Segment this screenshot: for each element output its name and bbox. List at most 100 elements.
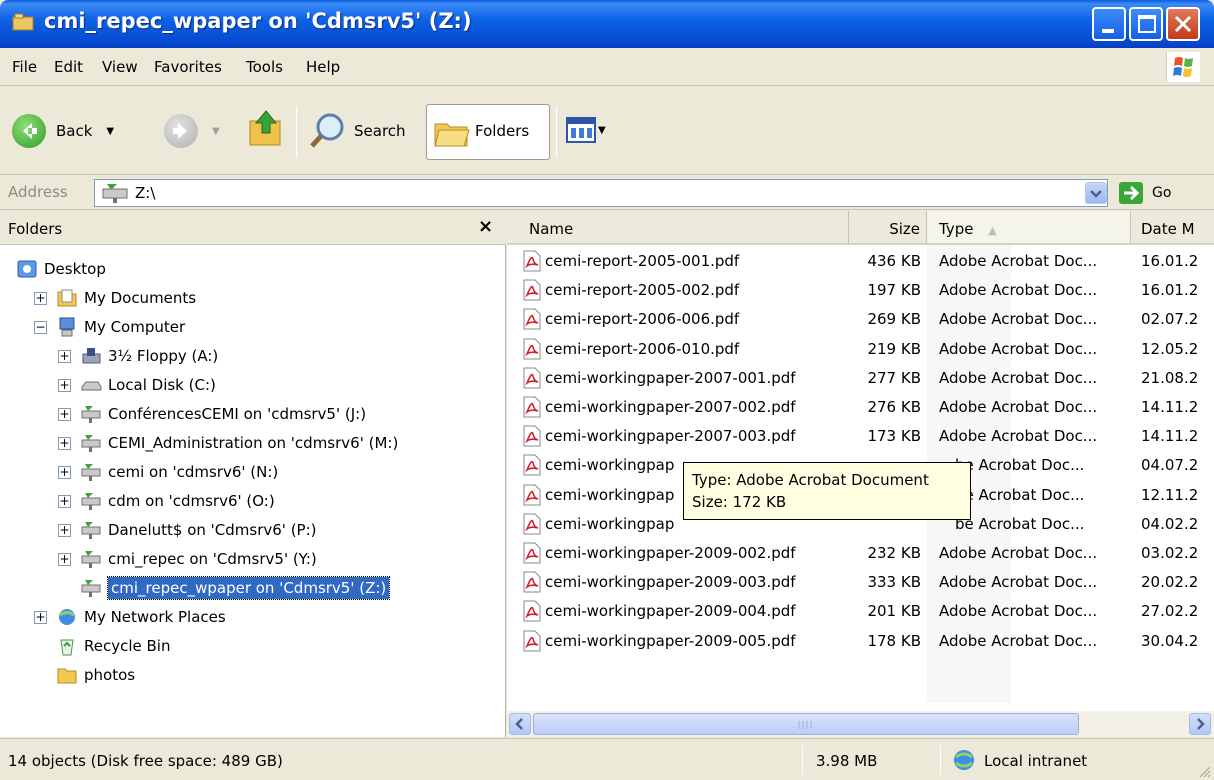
address-bar: Address Z:\ Go bbox=[0, 176, 1214, 210]
tree-item[interactable]: My Computer bbox=[56, 313, 185, 341]
folders-pane-title: Folders bbox=[8, 220, 63, 238]
scroll-right-button[interactable] bbox=[1189, 713, 1211, 735]
toolbar-separator bbox=[556, 107, 557, 157]
tree-expander[interactable]: + bbox=[34, 292, 47, 305]
forward-dropdown-icon[interactable]: ▼ bbox=[212, 126, 220, 137]
status-bar: 14 objects (Disk free space: 489 GB) 3.9… bbox=[0, 738, 1214, 780]
tree-item[interactable]: My Network Places bbox=[56, 603, 226, 631]
tree-item[interactable]: cdm on 'cdmsrv6' (O:) bbox=[80, 487, 275, 515]
file-type: Adobe Acrobat Doc... bbox=[939, 281, 1098, 300]
forward-button[interactable]: ▼ bbox=[164, 114, 220, 148]
tree-expander[interactable]: + bbox=[58, 495, 71, 508]
tree-expander[interactable]: + bbox=[58, 408, 71, 421]
tree-item[interactable]: ConférencesCEMI on 'cdmsrv5' (J:) bbox=[80, 400, 366, 428]
scroll-thumb[interactable] bbox=[533, 713, 1079, 735]
file-date: 12.11.2 bbox=[1141, 485, 1199, 504]
file-type: Adobe Acrobat Doc... bbox=[939, 398, 1098, 416]
column-header-name[interactable]: Name bbox=[507, 211, 849, 243]
tree-expander[interactable]: + bbox=[58, 553, 71, 566]
menu-favorites[interactable]: Favorites bbox=[154, 58, 222, 76]
tree-expander[interactable]: + bbox=[58, 350, 71, 363]
pdf-file-icon bbox=[523, 250, 541, 272]
file-date: 14.11.2 bbox=[1141, 398, 1199, 416]
forward-arrow-icon bbox=[164, 114, 198, 148]
resize-grip-icon[interactable] bbox=[1196, 763, 1212, 779]
file-row[interactable]: cemi-report-2005-002.pdf 197 KB Adobe Acro… bbox=[507, 276, 1214, 305]
menu-view[interactable]: View bbox=[102, 58, 138, 76]
close-button[interactable] bbox=[1166, 7, 1200, 41]
up-folder-button[interactable] bbox=[246, 107, 286, 149]
chevron-down-icon bbox=[1090, 190, 1102, 198]
tree-item[interactable]: Local Disk (C:) bbox=[80, 371, 216, 399]
file-row[interactable]: cemi-workingpaper-2007-002.pdf 276 KB Adob… bbox=[507, 393, 1214, 422]
tree-item[interactable]: 3½ Floppy (A:) bbox=[80, 342, 218, 370]
tree-item[interactable]: photos bbox=[56, 661, 135, 689]
file-date: 27.02.2 bbox=[1141, 602, 1199, 621]
tree-item[interactable]: My Documents bbox=[56, 284, 196, 312]
column-header-type[interactable]: Type ▲ bbox=[927, 211, 1131, 243]
tree-item[interactable]: Recycle Bin bbox=[56, 632, 170, 660]
file-name: cemi-report-2005-002.pdf bbox=[545, 281, 740, 300]
address-input[interactable]: Z:\ bbox=[94, 179, 1108, 207]
pdf-file-icon bbox=[523, 308, 541, 330]
file-date: 12.05.2 bbox=[1141, 339, 1199, 358]
file-tooltip: Type: Adobe Acrobat Document Size: 172 K… bbox=[683, 462, 971, 520]
network-drive-icon bbox=[80, 404, 102, 424]
file-row[interactable]: cemi-report-2006-010.pdf 219 KB Adobe Acro… bbox=[507, 335, 1214, 364]
file-type: Adobe Acrobat Doc... bbox=[939, 602, 1098, 621]
tree-expander[interactable]: + bbox=[58, 437, 71, 450]
menu-help[interactable]: Help bbox=[306, 58, 340, 76]
file-size: 277 KB bbox=[867, 368, 921, 387]
address-dropdown-button[interactable] bbox=[1085, 182, 1107, 204]
tree-expander[interactable]: + bbox=[58, 524, 71, 537]
file-row[interactable]: cemi-report-2005-001.pdf 436 KB Adobe Acro… bbox=[507, 247, 1214, 276]
tree-item[interactable]: cmi_repec_wpaper on 'Cdmsrv5' (Z:) bbox=[80, 574, 391, 602]
toolbar-separator bbox=[296, 107, 297, 157]
folders-pane-close-button[interactable]: × bbox=[478, 216, 493, 237]
back-dropdown-icon[interactable]: ▼ bbox=[106, 126, 114, 137]
horizontal-scrollbar[interactable] bbox=[507, 711, 1214, 737]
views-button[interactable]: ▼ bbox=[566, 117, 606, 143]
folder-icon bbox=[56, 665, 78, 685]
tree-item[interactable]: cmi_repec on 'Cdmsrv5' (Y:) bbox=[80, 545, 317, 573]
pdf-file-icon bbox=[523, 513, 541, 535]
status-size: 3.98 MB bbox=[816, 752, 878, 770]
search-button[interactable]: Search bbox=[308, 111, 406, 151]
tree-item[interactable]: cemi on 'cdmsrv6' (N:) bbox=[80, 458, 278, 486]
file-size: 178 KB bbox=[867, 631, 921, 650]
file-row[interactable]: cemi-workingpaper-2009-004.pdf 201 KB Adob… bbox=[507, 597, 1214, 626]
menu-edit[interactable]: Edit bbox=[54, 58, 83, 76]
file-row[interactable]: cemi-workingpaper-2007-003.pdf 173 KB Adob… bbox=[507, 422, 1214, 451]
file-row[interactable]: cemi-workingpaper-2009-002.pdf 232 KB Adob… bbox=[507, 539, 1214, 568]
tree-expander[interactable]: + bbox=[34, 611, 47, 624]
back-button[interactable]: Back ▼ bbox=[12, 114, 114, 148]
file-row[interactable]: cemi-workingpaper-2007-001.pdf 277 KB Adob… bbox=[507, 364, 1214, 393]
maximize-button[interactable] bbox=[1129, 7, 1163, 41]
file-date: 14.11.2 bbox=[1141, 427, 1199, 446]
menu-tools[interactable]: Tools bbox=[246, 58, 283, 76]
title-bar[interactable]: cmi_repec_wpaper on 'Cdmsrv5' (Z:) bbox=[0, 0, 1214, 48]
tree-item[interactable]: Desktop bbox=[16, 255, 106, 283]
file-row[interactable]: cemi-report-2006-006.pdf 269 KB Adobe Acro… bbox=[507, 305, 1214, 334]
minimize-button[interactable] bbox=[1092, 7, 1126, 41]
pdf-file-icon bbox=[523, 367, 541, 389]
file-date: 02.07.2 bbox=[1141, 310, 1199, 329]
tree-item[interactable]: CEMI_Administration on 'cdmsrv6' (M:) bbox=[80, 429, 398, 457]
file-row[interactable]: cemi-workingpaper-2009-003.pdf 333 KB Adob… bbox=[507, 568, 1214, 597]
tree-item[interactable]: Danelutt$ on 'Cdmsrv6' (P:) bbox=[80, 516, 317, 544]
file-row[interactable]: cemi-workingpaper-2009-005.pdf 178 KB Adob… bbox=[507, 627, 1214, 656]
tree-expander[interactable]: + bbox=[58, 379, 71, 392]
column-header-date[interactable]: Date M bbox=[1131, 211, 1214, 243]
tree-item-label: cmi_repec_wpaper on 'Cdmsrv5' (Z:) bbox=[106, 576, 391, 600]
scroll-left-button[interactable] bbox=[509, 713, 531, 735]
pdf-file-icon bbox=[523, 600, 541, 622]
file-date: 04.02.2 bbox=[1141, 514, 1199, 533]
folders-button[interactable]: Folders bbox=[426, 104, 550, 160]
tree-expander[interactable]: − bbox=[34, 321, 47, 334]
go-button[interactable]: Go bbox=[1118, 181, 1171, 205]
tree-item-label: My Network Places bbox=[84, 608, 226, 626]
column-header-size[interactable]: Size bbox=[849, 211, 927, 243]
tree-expander[interactable]: + bbox=[58, 466, 71, 479]
menu-file[interactable]: File bbox=[12, 58, 37, 76]
file-type: Adobe Acrobat Doc... bbox=[939, 573, 1098, 592]
